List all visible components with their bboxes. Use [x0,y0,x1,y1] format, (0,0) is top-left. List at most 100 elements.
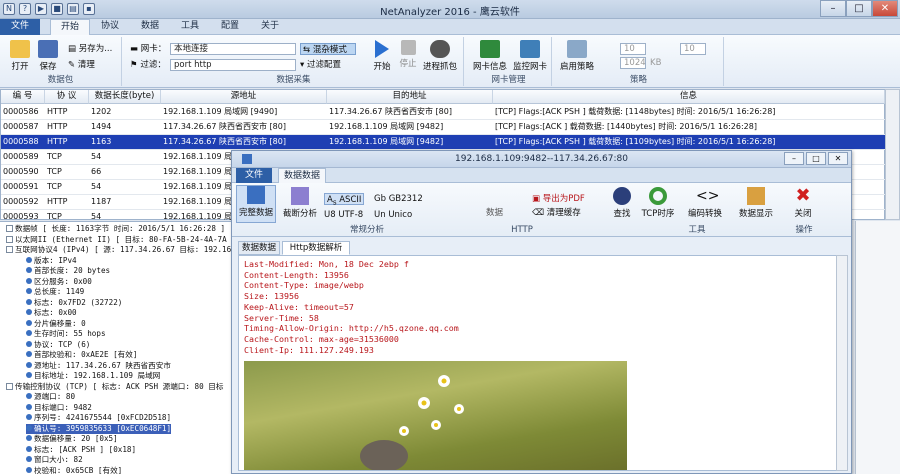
strategy-value-1[interactable]: 10 [620,43,646,55]
mixed-mode-toggle[interactable]: ⇆ 混杂模式 [300,43,356,55]
tree-node[interactable]: 数据帧 [ 长度: 1163字节 时间: 2016/5/1 16:26:28 ] [6,224,225,235]
tab-data[interactable]: 数据 [130,19,170,35]
tree-node[interactable]: 源地址: 117.34.26.67 陕西省西安市 [26,361,171,372]
col-header[interactable]: 数据长度(byte) [89,90,161,104]
tree-node[interactable]: 互联网协议4 (IPv4) [ 源: 117.34.26.67 目标: 192.… [6,245,231,256]
field-icon [26,319,32,326]
col-header[interactable]: 源地址 [161,90,327,104]
tree-node[interactable]: 区分服务: 0x00 [26,277,92,288]
data-display-button[interactable]: 数据显示 [732,187,780,219]
save-as-button[interactable]: ▤ 另存为... [68,43,112,55]
gb2312-button[interactable]: Gb GB2312 [374,193,423,205]
packet-cell: [TCP] Flags:[ACK PSH ] 载荷数据: [1148bytes]… [495,107,776,116]
packet-row[interactable]: 0000586 HTTP 1202 192.168.1.109 局域网 [9490] 1… [1,105,885,120]
col-header[interactable]: 目的地址 [327,90,493,104]
raw-data-tab[interactable]: 数据数据 [238,241,280,255]
unicode-button[interactable]: Un Unico [374,209,412,221]
tree-node[interactable]: 版本: IPv4 [26,256,77,267]
content-scrollbar[interactable] [836,255,848,471]
packet-row[interactable]: 0000587 HTTP 1494 117.34.26.67 陕西省西安市 [80] 1… [1,120,885,135]
find-button[interactable]: 查找 [606,187,638,219]
close-button[interactable]: ✕ [872,0,898,17]
strategy-value-2[interactable]: 10 [680,43,706,55]
tree-node[interactable]: 数据偏移量: 20 [0x5] [26,434,118,445]
nic-monitor-button[interactable]: 监控网卡 [512,40,548,72]
nic-info-button[interactable]: 网卡信息 [472,40,508,72]
full-data-button[interactable]: 完整数据 [236,185,276,223]
tree-node[interactable]: 确认号: 3959835633 [0xEC0648F1] [26,423,172,434]
tree-node[interactable]: 首部校验和: 0xAE2E [有效] [26,350,137,361]
tab-about[interactable]: 关于 [250,19,290,35]
maximize-button[interactable]: □ [846,0,872,17]
close-view-button[interactable]: ✖ 关闭 [788,187,818,220]
packet-row[interactable]: 0000588 HTTP 1163 117.34.26.67 陕西省西安市 [80] 1… [1,135,885,150]
field-icon [26,340,32,347]
list-scrollbar[interactable] [885,89,900,220]
packet-cell: 0000591 [3,182,39,191]
tree-node[interactable]: 窗口大小: 82 [26,455,83,466]
enable-strategy-button[interactable]: 启用策略 [560,40,594,72]
sub-minimize-button[interactable]: – [784,152,804,165]
tree-node-label: 目标地址: 192.168.1.109 局域网 [34,371,161,380]
sub-tab-file[interactable]: 文件 [236,168,272,183]
tree-node-label: 区分服务: 0x00 [34,276,92,286]
export-pdf-button[interactable]: ▣ 导出为PDF [532,193,585,205]
tab-tools[interactable]: 工具 [170,19,210,35]
sub-tab-data[interactable]: 数据数据 [278,168,326,183]
encode-convert-button[interactable]: <> 编码转换 [682,187,728,219]
process-capture-button[interactable]: 进程抓包 [420,40,460,72]
tree-node[interactable]: 序列号: 4241675544 [0xFCD2D518] [26,413,171,424]
tree-node[interactable]: 生存时间: 55 hops [26,329,106,340]
window-title: NetAnalyzer 2016 - 鹰云软件 [380,7,520,18]
tab-start[interactable]: 开始 [50,19,90,35]
tree-node[interactable]: 以太网II (Ethernet II) [ 目标: 80-FA-5B-24-4A… [6,235,240,246]
strategy-value-3[interactable]: 1024 [620,57,646,69]
sub-close-button[interactable]: ✕ [828,152,848,165]
col-header[interactable]: 编 号 [1,90,45,104]
sub-maximize-button[interactable]: □ [806,152,826,165]
packet-cell: 0000592 [3,197,39,206]
col-header[interactable]: 信息 [493,90,885,104]
expand-icon[interactable] [6,225,13,232]
tree-node-label: 目标端口: 9482 [34,402,92,412]
tree-node[interactable]: 首部长度: 20 bytes [26,266,110,277]
card-icon [480,40,500,58]
tree-node[interactable]: 标志: 0x7FD2 (32722) [26,298,122,309]
save-button[interactable]: 保存 [34,40,62,72]
tree-node[interactable]: 标志: 0x00 [26,308,77,319]
filter-config-button[interactable]: ▾ 过滤配置 [300,59,341,71]
tree-node[interactable]: 目标端口: 9482 [26,403,92,414]
tree-node[interactable]: 标志: [ACK PSH ] [0x18] [26,445,136,456]
tree-node[interactable]: 分片偏移量: 0 [26,319,86,330]
clear-button[interactable]: ✎ 清理 [68,59,95,71]
ascii-button[interactable]: As ASCII [324,193,365,207]
filter-input[interactable]: port http [170,59,296,71]
tree-node[interactable]: 传输控制协议 (TCP) [ 标志: ACK PSH 源端口: 80 目标 [6,382,223,393]
tab-config[interactable]: 配置 [210,19,250,35]
open-button[interactable]: 打开 [6,40,34,72]
tcp-timing-button[interactable]: TCP时序 [638,187,678,219]
clear-cache-button[interactable]: ⌫ 清理缓存 [532,207,581,219]
tree-node[interactable]: 源端口: 80 [26,392,75,403]
expand-icon[interactable] [6,235,13,243]
http-parse-tab[interactable]: Http数据解析 [282,241,350,255]
tree-node[interactable]: 校验和: 0x65CB [有效] [26,466,122,474]
field-icon [26,288,32,294]
utf8-button[interactable]: U8 UTF-8 [324,209,363,221]
minimize-button[interactable]: – [820,0,846,17]
tab-protocol[interactable]: 协议 [90,19,130,35]
expand-icon[interactable] [6,246,13,253]
field-icon [26,277,32,284]
col-header[interactable]: 协 议 [45,90,89,104]
tree-node[interactable]: 目标地址: 192.168.1.109 局域网 [26,371,160,382]
stop-button[interactable]: 停止 [394,40,422,69]
cut-analysis-button[interactable]: 截断分析 [280,187,320,219]
field-icon [26,298,32,305]
packet-cell: 66 [91,167,102,176]
expand-icon[interactable] [6,382,13,390]
tree-node[interactable]: 总长度: 1149 [26,287,84,298]
start-button[interactable]: 开始 [368,40,396,72]
nic-select[interactable]: 本地连接 [170,43,296,55]
tab-file[interactable]: 文件 [0,19,40,35]
tree-node[interactable]: 协议: TCP (6) [26,340,90,351]
